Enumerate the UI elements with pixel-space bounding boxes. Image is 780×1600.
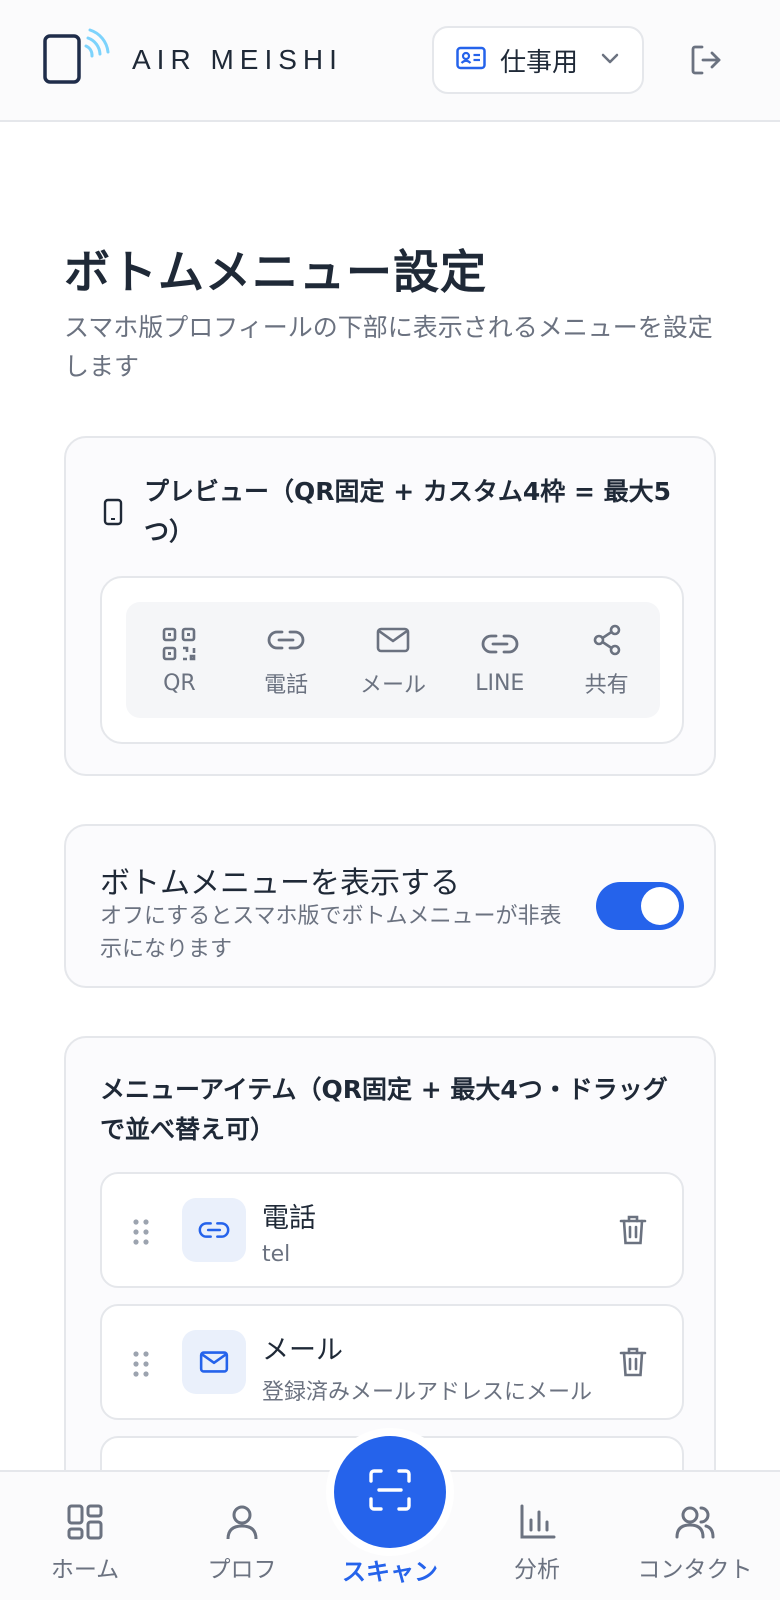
scan-button[interactable] [334, 1436, 446, 1548]
nav-item-home[interactable]: ホーム [20, 1502, 150, 1584]
menu-item-phone[interactable]: 電話 tel [100, 1172, 684, 1288]
preview-button-label: 電話 [264, 673, 309, 698]
menu-item-description: 登録済みメールアドレスにメール [262, 1380, 593, 1405]
link-icon [182, 1198, 246, 1262]
bottom-menu-toggle-switch[interactable] [596, 882, 684, 930]
preview-button-label: QR [163, 670, 196, 696]
grid-icon [65, 1502, 105, 1542]
nav-label: プロフ [207, 1557, 277, 1583]
qr-code-icon [160, 625, 198, 663]
scan-icon [368, 1468, 412, 1516]
nav-label: コンタクト [637, 1557, 753, 1583]
preview-button-label: 共有 [584, 673, 629, 698]
logout-icon[interactable] [688, 42, 724, 78]
logo-icon [42, 28, 114, 86]
share-icon [588, 621, 626, 659]
nav-label: 分析 [514, 1557, 560, 1583]
brand-name: AIR MEISHI [132, 44, 343, 75]
preview-title: プレビュー（QR固定 + カスタム4枠 = 最大5つ） [144, 477, 672, 546]
menu-item-description: tel [262, 1242, 291, 1267]
nav-item-analytics[interactable]: 分析 [472, 1502, 602, 1584]
profile-select[interactable]: 仕事用 [432, 26, 644, 94]
preview-bottom-bar: QR 電話 メール LINE 共有 [126, 602, 660, 718]
link-icon [481, 625, 519, 663]
preview-phone-frame: QR 電話 メール LINE 共有 [100, 576, 684, 744]
toggle-knob [641, 887, 679, 925]
user-icon [222, 1502, 262, 1542]
preview-button-phone: 電話 [238, 621, 334, 699]
id-card-icon [456, 46, 486, 74]
smartphone-icon [102, 498, 124, 526]
preview-button-mail: メール [345, 621, 441, 699]
profile-select-label: 仕事用 [500, 47, 579, 78]
users-icon [675, 1502, 715, 1542]
preview-button-line: LINE [452, 625, 548, 696]
mail-icon [182, 1330, 246, 1394]
menu-item-name: メール [262, 1335, 343, 1366]
toggle-description: オフにするとスマホ版でボトムメニューが非表示になります [100, 904, 562, 962]
preview-button-label: メール [359, 673, 426, 698]
menu-item-name: 電話 [262, 1203, 316, 1234]
trash-icon[interactable] [618, 1346, 648, 1378]
bottom-menu-toggle-card: ボトムメニューを表示する オフにするとスマホ版でボトムメニューが非表示になります [64, 824, 716, 988]
chevron-down-icon [600, 51, 620, 70]
preview-button-qr: QR [131, 625, 227, 696]
app-header: AIR MEISHI 仕事用 [0, 0, 780, 122]
drag-handle-icon[interactable] [132, 1350, 150, 1378]
menu-item-mail[interactable]: メール 登録済みメールアドレスにメール [100, 1304, 684, 1420]
nav-item-profile[interactable]: プロフ [177, 1502, 307, 1584]
nav-label: ホーム [50, 1557, 120, 1583]
mail-icon [374, 621, 412, 659]
toggle-title: ボトムメニューを表示する [100, 866, 460, 901]
preview-button-share: 共有 [559, 621, 655, 699]
page-subtitle: スマホ版プロフィールの下部に表示されるメニューを設定します [64, 313, 713, 381]
drag-handle-icon[interactable] [132, 1218, 150, 1246]
nav-item-contacts[interactable]: コンタクト [630, 1502, 760, 1584]
scan-label: スキャン [342, 1558, 438, 1586]
preview-card: プレビュー（QR固定 + カスタム4枠 = 最大5つ） QR 電話 メール LI… [64, 436, 716, 776]
page-title: ボトムメニュー設定 [64, 245, 487, 299]
link-icon [267, 621, 305, 659]
bar-chart-icon [517, 1502, 557, 1542]
menu-items-title: メニューアイテム（QR固定 + 最大4つ・ドラッグで並べ替え可） [100, 1075, 668, 1144]
preview-button-label: LINE [475, 670, 525, 696]
trash-icon[interactable] [618, 1214, 648, 1246]
